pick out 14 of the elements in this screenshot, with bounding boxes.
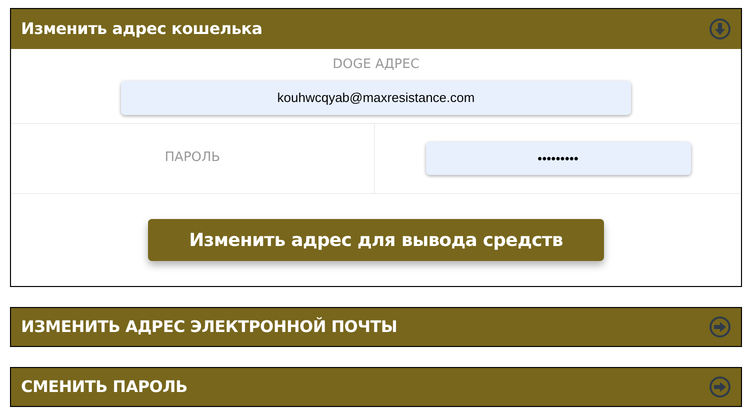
- section-title: СМЕНИТЬ ПАРОЛЬ: [21, 376, 188, 398]
- section-title: ИЗМЕНИТЬ АДРЕС ЭЛЕКТРОННОЙ ПОЧТЫ: [21, 316, 398, 338]
- section-header[interactable]: ИЗМЕНИТЬ АДРЕС ЭЛЕКТРОННОЙ ПОЧТЫ: [10, 307, 742, 347]
- section-header[interactable]: СМЕНИТЬ ПАРОЛЬ: [10, 367, 742, 407]
- section-title: Изменить адрес кошелька: [21, 18, 262, 40]
- field-label: ПАРОЛЬ: [164, 149, 220, 167]
- down-arrow-circle-icon[interactable]: [709, 18, 731, 40]
- change-address-button[interactable]: Изменить адрес для вывода средств: [148, 219, 604, 261]
- password-field[interactable]: •••••••••: [426, 142, 690, 175]
- right-arrow-circle-icon[interactable]: [709, 376, 731, 398]
- right-arrow-circle-icon[interactable]: [709, 316, 731, 338]
- field-label: DOGE АДРЕС: [332, 56, 420, 74]
- address-field[interactable]: kouhwcqyab@maxresistance.com: [121, 80, 631, 114]
- section-header[interactable]: Изменить адрес кошелька: [11, 9, 741, 49]
